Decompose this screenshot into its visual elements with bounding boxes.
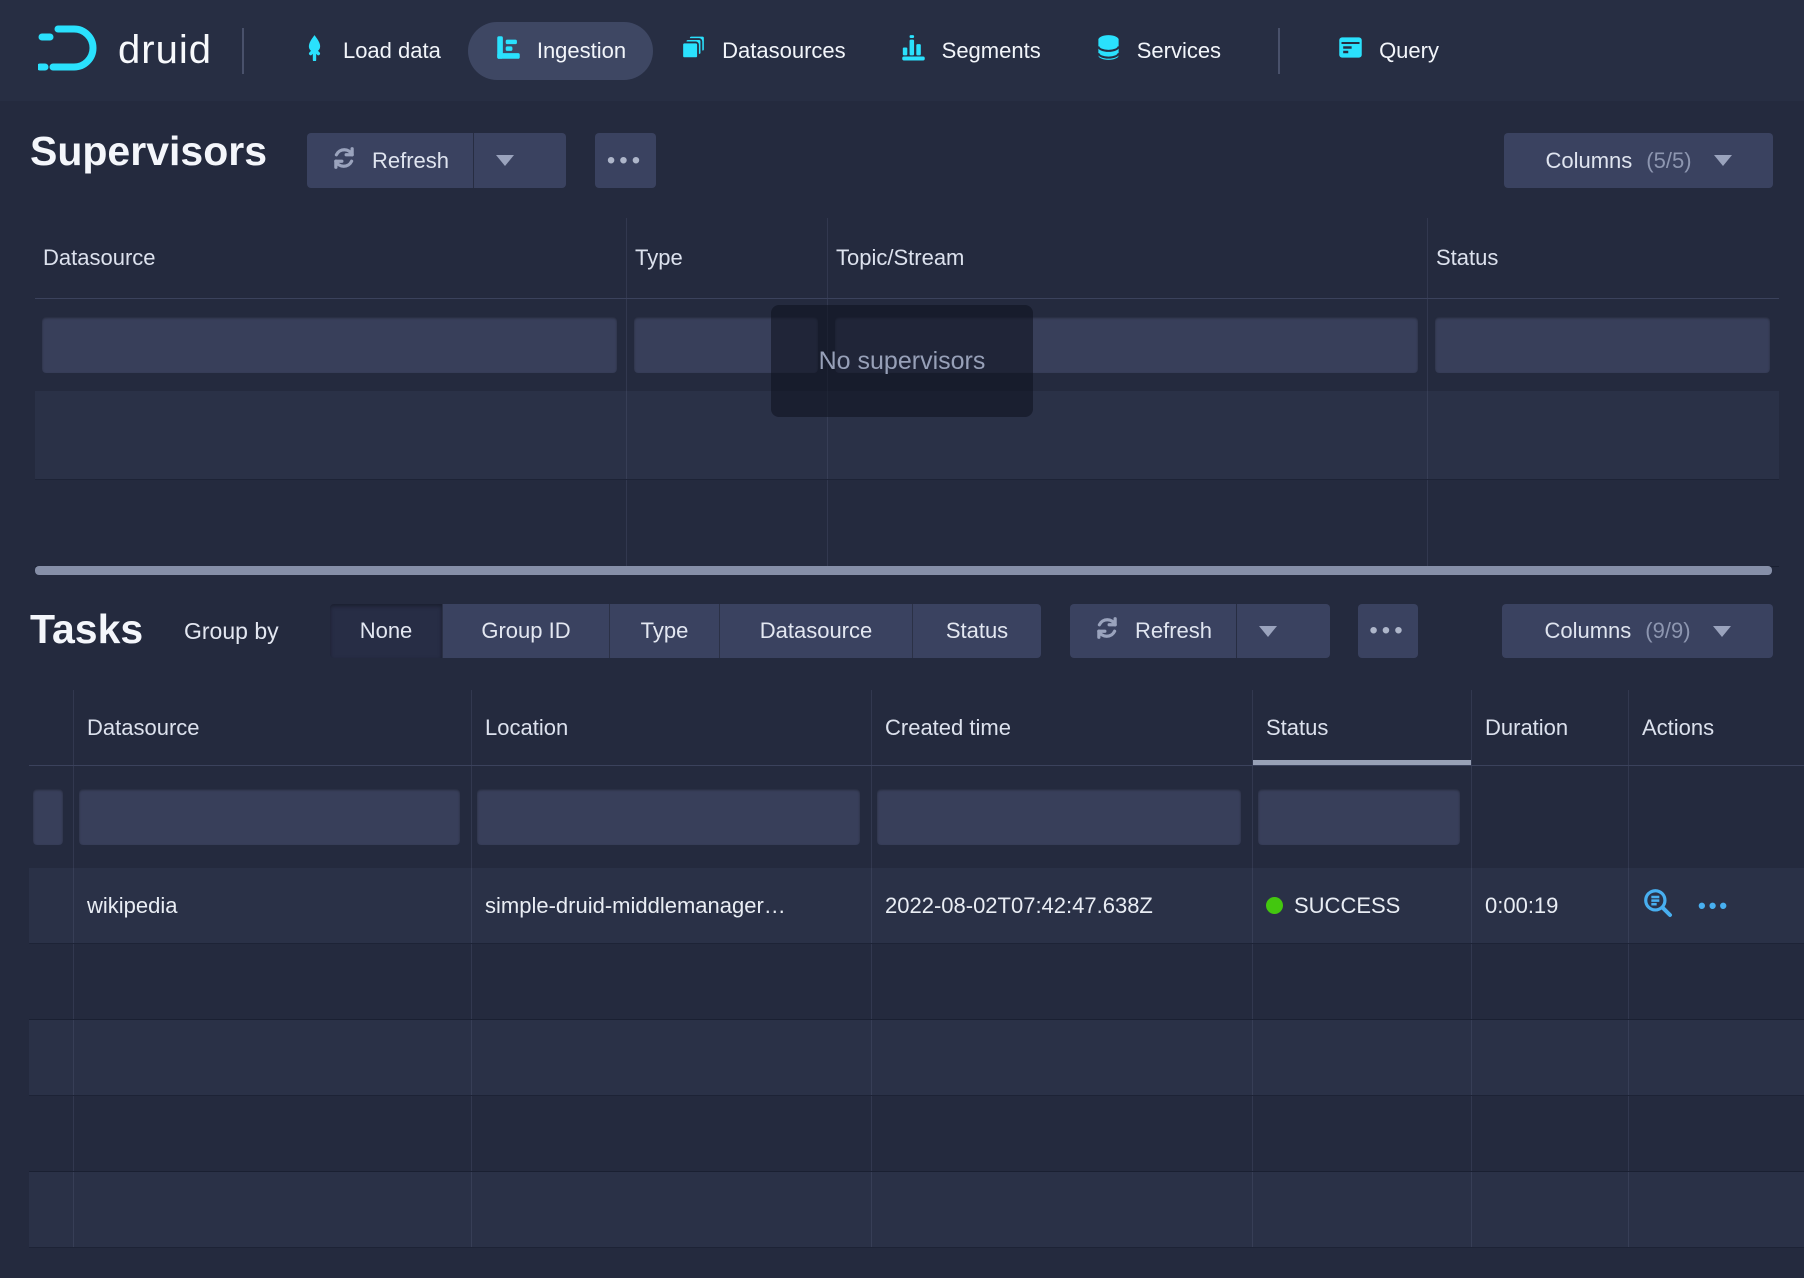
- nav-item-ingestion[interactable]: Ingestion: [468, 22, 653, 80]
- task-location: simple-druid-middlemanager…: [471, 868, 871, 943]
- status-filter-input[interactable]: [1258, 789, 1460, 845]
- supervisors-columns-button[interactable]: Columns (5/5): [1504, 133, 1773, 188]
- column-header-type[interactable]: Type: [626, 218, 827, 298]
- group-by-none-button[interactable]: None: [330, 604, 443, 658]
- task-actions-cell: •••: [1628, 868, 1804, 943]
- tasks-refresh-button[interactable]: Refresh: [1070, 604, 1330, 658]
- top-nav: druid Load data: [0, 0, 1804, 101]
- status-badge: SUCCESS: [1294, 893, 1400, 919]
- group-by-status-button[interactable]: Status: [913, 604, 1041, 658]
- group-by-group-id-button[interactable]: Group ID: [443, 604, 610, 658]
- segments-icon: [900, 34, 927, 67]
- nav-item-label: Query: [1379, 38, 1439, 64]
- table-row: [35, 480, 1779, 567]
- services-icon: [1095, 34, 1122, 67]
- column-header-datasource[interactable]: Datasource: [73, 690, 471, 765]
- druid-logo[interactable]: druid: [38, 22, 212, 79]
- nav-item-datasources[interactable]: Datasources: [653, 22, 873, 80]
- supervisors-more-button[interactable]: •••: [595, 133, 656, 188]
- columns-label: Columns: [1544, 618, 1631, 644]
- datasource-filter-input[interactable]: [42, 317, 617, 373]
- tasks-title: Tasks: [30, 606, 143, 653]
- location-filter-input[interactable]: [477, 789, 860, 845]
- column-header-duration[interactable]: Duration: [1471, 690, 1628, 765]
- tasks-filter-row: [29, 766, 1804, 868]
- chevron-down-icon: [1713, 626, 1731, 637]
- nav-items: Load data Ingestion: [274, 22, 1466, 80]
- query-icon: [1337, 34, 1364, 67]
- group-by-datasource-button[interactable]: Datasource: [720, 604, 913, 658]
- id-filter-input[interactable]: [33, 789, 63, 845]
- group-by-label: Group by: [184, 604, 279, 658]
- supervisors-table-header: Datasource Type Topic/Stream Status: [35, 218, 1779, 299]
- tasks-more-button[interactable]: •••: [1358, 604, 1418, 658]
- refresh-label: Refresh: [372, 148, 449, 174]
- druid-logo-icon: [38, 22, 102, 79]
- column-header-status-label: Status: [1266, 715, 1328, 741]
- task-status-cell: SUCCESS: [1252, 868, 1471, 943]
- nav-separator: [1278, 28, 1280, 74]
- success-status-dot-icon: [1266, 897, 1283, 914]
- task-duration: 0:00:19: [1471, 868, 1628, 943]
- table-row: [29, 944, 1804, 1020]
- tasks-refresh-caret[interactable]: [1237, 604, 1298, 658]
- nav-item-services[interactable]: Services: [1068, 22, 1248, 80]
- nav-separator: [242, 28, 244, 74]
- created-time-filter-input[interactable]: [877, 789, 1241, 845]
- ingestion-icon: [495, 34, 522, 67]
- chevron-down-icon: [496, 155, 514, 166]
- datasources-icon: [680, 34, 707, 67]
- group-by-button-group: None Group ID Type Datasource Status: [330, 604, 1041, 658]
- nav-item-label: Ingestion: [537, 38, 626, 64]
- tasks-table-header: Datasource Location Created time Status …: [29, 690, 1804, 766]
- status-filter-input[interactable]: [1435, 317, 1770, 373]
- table-row: [29, 1096, 1804, 1172]
- supervisors-horizontal-scrollbar[interactable]: [35, 566, 1772, 575]
- column-header-topic-stream[interactable]: Topic/Stream: [827, 218, 1427, 298]
- columns-count: (9/9): [1645, 618, 1690, 644]
- nav-item-label: Services: [1137, 38, 1221, 64]
- task-actions-more-icon[interactable]: •••: [1698, 893, 1730, 919]
- column-header-status[interactable]: Status: [1427, 218, 1779, 298]
- tasks-columns-button[interactable]: Columns (9/9): [1502, 604, 1773, 658]
- task-row-wikipedia[interactable]: wikipedia simple-druid-middlemanager… 20…: [29, 868, 1804, 944]
- brand-wordmark: druid: [118, 28, 212, 73]
- column-header-status[interactable]: Status: [1252, 690, 1471, 765]
- column-header-location[interactable]: Location: [471, 690, 871, 765]
- nav-item-segments[interactable]: Segments: [873, 22, 1068, 80]
- column-header-id[interactable]: [29, 690, 73, 765]
- datasource-filter-input[interactable]: [79, 789, 460, 845]
- task-detail-magnifier-icon[interactable]: [1642, 887, 1674, 925]
- refresh-label: Refresh: [1135, 618, 1212, 644]
- nav-item-load-data[interactable]: Load data: [274, 22, 468, 80]
- nav-item-query[interactable]: Query: [1310, 22, 1466, 80]
- nav-item-label: Datasources: [722, 38, 846, 64]
- columns-count: (5/5): [1646, 148, 1691, 174]
- nav-item-label: Load data: [343, 38, 441, 64]
- column-header-actions[interactable]: Actions: [1628, 690, 1804, 765]
- chevron-down-icon: [1259, 626, 1277, 637]
- task-created-time: 2022-08-02T07:42:47.638Z: [871, 868, 1252, 943]
- column-header-datasource[interactable]: Datasource: [35, 218, 626, 298]
- table-row: [29, 1020, 1804, 1096]
- druid-console: druid Load data: [0, 0, 1804, 1278]
- refresh-icon: [1094, 615, 1120, 647]
- chevron-down-icon: [1714, 155, 1732, 166]
- load-data-icon: [301, 34, 328, 67]
- task-datasource: wikipedia: [73, 868, 471, 943]
- group-by-type-button[interactable]: Type: [610, 604, 720, 658]
- no-supervisors-message: No supervisors: [771, 305, 1033, 417]
- more-icon: •••: [1369, 617, 1406, 645]
- table-row: [29, 1172, 1804, 1248]
- supervisors-refresh-caret[interactable]: [474, 133, 536, 188]
- nav-item-label: Segments: [942, 38, 1041, 64]
- columns-label: Columns: [1545, 148, 1632, 174]
- tasks-table: Datasource Location Created time Status …: [29, 690, 1804, 1248]
- sort-indicator: [1253, 760, 1471, 765]
- more-icon: •••: [607, 147, 644, 175]
- supervisors-title: Supervisors: [30, 128, 267, 175]
- refresh-icon: [331, 145, 357, 177]
- supervisors-refresh-button[interactable]: Refresh: [307, 133, 566, 188]
- column-header-created-time[interactable]: Created time: [871, 690, 1252, 765]
